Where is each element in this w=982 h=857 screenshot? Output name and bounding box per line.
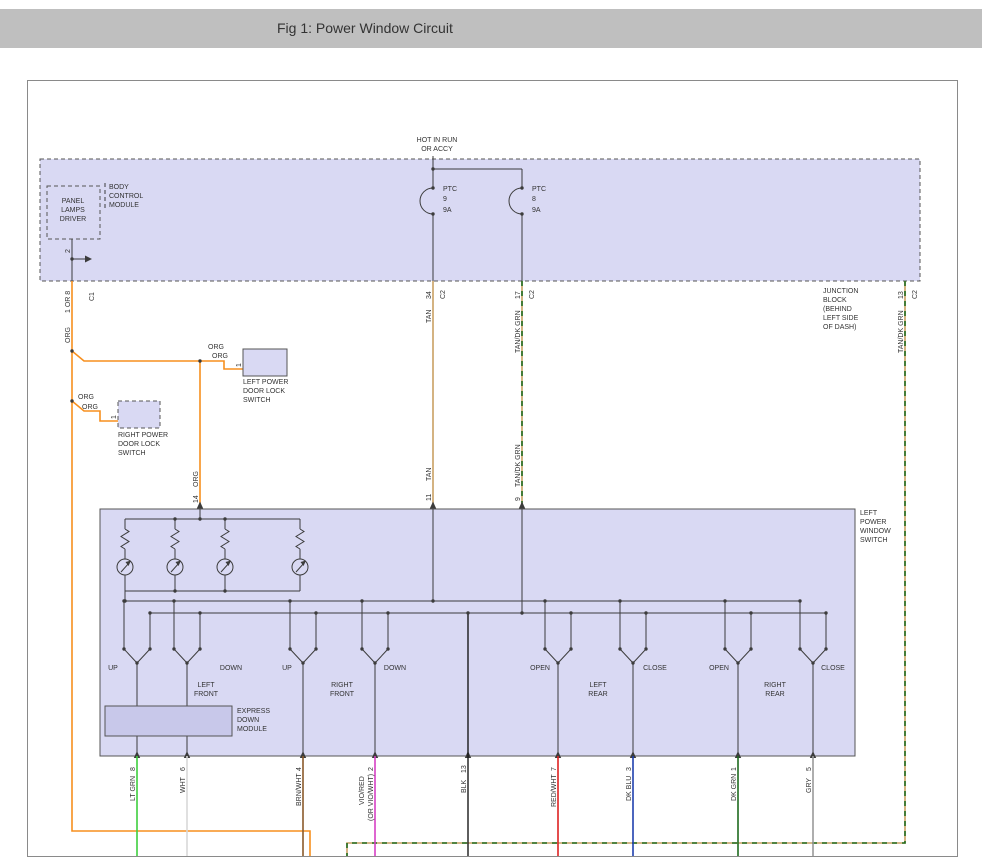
right-lock-pin1: 1 <box>111 415 118 419</box>
group-right-front-1: RIGHT <box>331 682 354 689</box>
tdg-wire-label-mid: TAN/DK GRN <box>515 444 522 487</box>
left-door-lock-switch-box <box>243 349 287 376</box>
right-lock-label-1: RIGHT POWER <box>118 432 168 439</box>
connector-c2-b: C2 <box>529 290 536 299</box>
right-lock-label-3: SWITCH <box>118 450 146 457</box>
pin-14: 14 <box>193 495 200 503</box>
pin-13: 13 <box>461 765 468 773</box>
wire-label-vio-red: VIO/RED <box>359 776 366 805</box>
bcm-label-3: MODULE <box>109 202 139 209</box>
pld-label-3: DRIVER <box>60 216 86 223</box>
tan-wire-label-mid: TAN <box>426 468 433 481</box>
jb-label-2: BLOCK <box>823 297 847 304</box>
left-lock-label-3: SWITCH <box>243 397 271 404</box>
group-right-rear-1: RIGHT <box>764 682 787 689</box>
sw-label-up-lf: UP <box>108 665 118 672</box>
right-door-lock-switch-box <box>118 401 160 428</box>
hot-label-line2: OR ACCY <box>421 146 453 153</box>
ptc9-name: PTC <box>443 186 457 193</box>
pws-label-3: WINDOW <box>860 528 891 535</box>
org-label-c: ORG <box>78 394 94 401</box>
ptc8-number: 8 <box>532 196 536 203</box>
express-down-module-box <box>105 706 232 736</box>
pin-4: 4 <box>296 767 303 771</box>
bcm-label-1: BODY <box>109 184 129 191</box>
wire-label-dk-blu: DK BLU <box>626 776 633 801</box>
connector-c1: C1 <box>89 292 96 301</box>
sw-label-down-lf: DOWN <box>220 665 242 672</box>
jb-label-1: JUNCTION <box>823 288 858 295</box>
jb-label-5: OF DASH) <box>823 324 856 331</box>
pld-label-1: PANEL <box>62 198 85 205</box>
org-wire-label-mid: ORG <box>193 471 200 487</box>
pin-2: 2 <box>368 767 375 771</box>
group-right-rear-2: REAR <box>765 691 784 698</box>
sw-label-down-rf: DOWN <box>384 665 406 672</box>
pld-pin2: 2 <box>65 249 72 253</box>
pin-3: 3 <box>626 767 633 771</box>
connector-c2-a: C2 <box>440 290 447 299</box>
sw-label-close-rr: CLOSE <box>821 665 845 672</box>
pin-9: 9 <box>515 497 522 501</box>
org-label-b: ORG <box>212 353 228 360</box>
left-lock-label-1: LEFT POWER <box>243 379 288 386</box>
group-left-front-1: LEFT <box>197 682 215 689</box>
pws-label-1: LEFT <box>860 510 878 517</box>
pin-8: 8 <box>130 767 137 771</box>
org-wire-label: ORG <box>65 327 72 343</box>
group-right-front-2: FRONT <box>330 691 355 698</box>
right-lock-label-2: DOOR LOCK <box>118 441 160 448</box>
pld-out-pin: 1 OR 8 <box>65 291 72 313</box>
pws-label-4: SWITCH <box>860 537 888 544</box>
group-left-rear-2: REAR <box>588 691 607 698</box>
sw-label-open-lr: OPEN <box>530 665 550 672</box>
connector-c2-c: C2 <box>912 290 919 299</box>
pin-6: 6 <box>180 767 187 771</box>
sw-label-open-rr: OPEN <box>709 665 729 672</box>
tdg-pin-17: 17 <box>515 291 522 299</box>
left-lock-label-2: DOOR LOCK <box>243 388 285 395</box>
pld-label-2: LAMPS <box>61 207 85 214</box>
wire-label-lt-grn: LT GRN <box>130 776 137 801</box>
junction-block-box <box>40 159 920 281</box>
edm-label-3: MODULE <box>237 726 267 733</box>
bcm-label-2: CONTROL <box>109 193 143 200</box>
sw-label-up-rf: UP <box>282 665 292 672</box>
wire-label-blk: BLK <box>461 779 468 793</box>
pws-label-2: POWER <box>860 519 886 526</box>
pin-5: 5 <box>806 767 813 771</box>
org-label-a: ORG <box>208 344 224 351</box>
ptc8-name: PTC <box>532 186 546 193</box>
page-title: Fig 1: Power Window Circuit <box>0 9 982 48</box>
ptc9-rating: 9A <box>443 207 452 214</box>
edm-label-2: DOWN <box>237 717 259 724</box>
ptc8-rating: 9A <box>532 207 541 214</box>
group-left-rear-1: LEFT <box>589 682 607 689</box>
org-label-d: ORG <box>82 404 98 411</box>
sw-label-close-lr: CLOSE <box>643 665 667 672</box>
left-lock-pin1: 1 <box>236 363 243 367</box>
wiring-diagram-canvas: HOT IN RUN OR ACCY PTC 9 9A PTC 8 9A PAN… <box>27 80 958 857</box>
tan-pin-34: 34 <box>426 291 433 299</box>
pin-11: 11 <box>426 494 433 501</box>
tdg-wire-label: TAN/DK GRN <box>515 310 522 353</box>
ptc9-number: 9 <box>443 196 447 203</box>
title-bar: Fig 1: Power Window Circuit <box>0 9 982 48</box>
hot-label-line1: HOT IN RUN <box>417 137 458 144</box>
pin-1: 1 <box>731 767 738 771</box>
jb-label-3: (BEHIND <box>823 306 852 313</box>
tan-wire-label: TAN <box>426 310 433 323</box>
wire-label-vio-wht-alt: (OR VIO/WHT) <box>368 774 375 821</box>
edm-label-1: EXPRESS <box>237 708 270 715</box>
wire-label-wht: WHT <box>180 776 187 793</box>
wire-label-gry: GRY <box>806 778 813 793</box>
group-left-front-2: FRONT <box>194 691 219 698</box>
jb-label-4: LEFT SIDE <box>823 315 859 322</box>
wire-label-dk-grn: DK GRN <box>731 774 738 801</box>
wire-label-brn-wht: BRN/WHT <box>296 773 303 806</box>
pin-7: 7 <box>551 767 558 771</box>
jb-pin-13: 13 <box>898 291 905 299</box>
jb-wire-label: TAN/DK GRN <box>898 310 905 353</box>
wire-label-red-wht: RED/WHT <box>551 774 558 807</box>
